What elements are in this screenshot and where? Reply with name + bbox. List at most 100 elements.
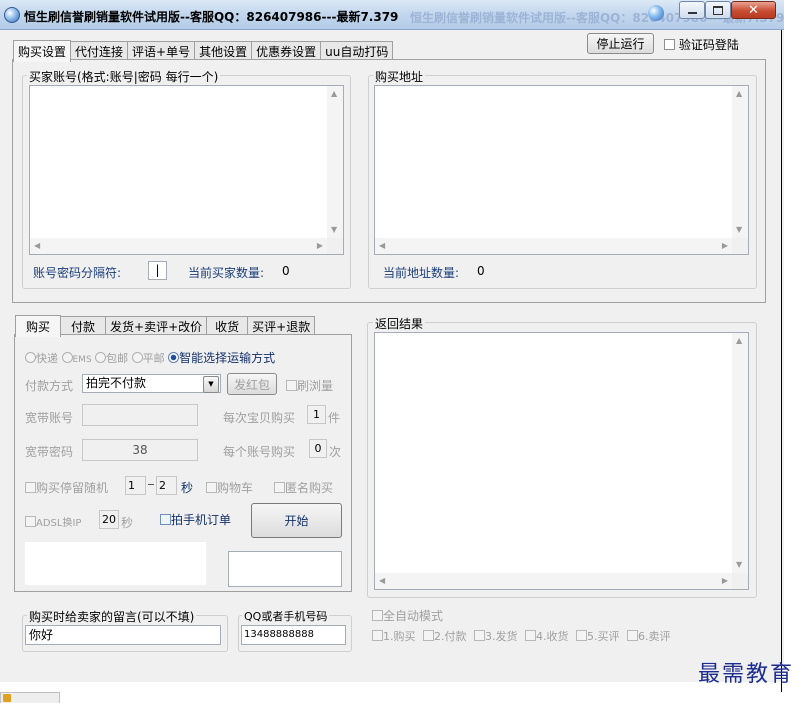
watermark: 最需教育 [697,662,794,687]
tab-purchase-settings[interactable]: 购买设置 [13,40,72,62]
step-receive-checkbox[interactable]: 4.收货 [525,630,569,643]
address-count-label: 当前地址数量: [383,266,460,280]
buy-address-textarea[interactable]: ▲ ▼ ◀ ▶ [374,85,749,255]
random-stay-unit: 秒 [181,481,194,495]
buyer-vertical-scrollbar[interactable]: ▲ ▼ [327,86,343,238]
per-account-label: 每个账号购买 [223,445,296,459]
app-globe-icon [4,7,20,23]
close-button[interactable]: ✕ [731,1,776,19]
results-horizontal-scrollbar[interactable]: ◀ ▶ [375,573,732,589]
address-vertical-scrollbar[interactable]: ▲ ▼ [732,86,748,238]
address-count-value: 0 [477,264,485,278]
per-item-unit: 件 [328,411,341,425]
ghost-globe-icon [648,5,664,21]
per-account-unit: 次 [329,445,342,459]
radio-express[interactable]: 快递 [25,352,58,365]
message-label: 购买时给卖家的留言(可以不填) [27,608,197,625]
blank-display-area [25,542,206,585]
scroll-up-icon: ▲ [736,89,743,98]
radio-free-shipping[interactable]: 包邮 [95,352,128,365]
captcha-login-checkbox[interactable]: 验证码登陆 [664,36,739,53]
window-right-border [781,30,782,692]
payment-method-value: 拍完不付款 [86,376,147,390]
qq-phone-label: QQ或者手机号码 [242,608,330,624]
cart-checkbox[interactable]: 购物车 [206,479,253,496]
buyer-accounts-label: 买家账号(格式:账号|密码 每行一个) [27,68,221,85]
dropdown-arrow-icon: ▼ [203,376,219,393]
step-pay-checkbox[interactable]: 2.付款 [423,630,467,643]
auto-mode-steps: 1.购买 2.付款 3.发货 4.收货 5.买评 6.卖评 [372,628,671,644]
radio-surface-mail[interactable]: 平邮 [131,352,165,365]
captcha-login-box [664,39,675,50]
scroll-right-icon: ▶ [316,241,323,250]
taskbar-app-icon [3,694,11,702]
results-label: 返回结果 [373,315,426,332]
maximize-button[interactable] [705,1,731,19]
subtab-buy[interactable]: 购买 [15,315,62,337]
broadband-password-input[interactable]: 38 [82,439,198,461]
radio-ems[interactable]: EMS [61,352,92,365]
scroll-left-icon: ◀ [379,241,386,250]
buyer-count-value: 0 [282,264,290,278]
step-buy-checkbox[interactable]: 1.购买 [372,630,416,643]
payment-method-label: 付款方式 [25,379,74,393]
per-item-input[interactable]: 1 [307,405,326,424]
results-vertical-scrollbar[interactable]: ▲ ▼ [732,333,748,573]
browse-checkbox[interactable]: 刷浏量 [286,377,333,394]
qq-phone-input[interactable]: 13488888888 [241,625,346,645]
start-button[interactable]: 开始 [251,503,342,538]
scroll-down-icon: ▼ [331,225,338,234]
scroll-right-icon: ▶ [721,241,728,250]
payment-method-select[interactable]: 拍完不付款 ▼ [82,374,221,393]
maximize-icon [713,5,723,15]
minimize-icon [687,12,697,14]
random-min-input[interactable]: 1 [125,476,146,495]
taskbar-button[interactable] [0,692,60,703]
adsl-checkbox[interactable]: ADSL换IP [25,514,81,529]
per-item-label: 每次宝贝购买 [223,411,296,425]
blank-input-box[interactable] [228,551,342,587]
scroll-corner [327,238,343,254]
address-horizontal-scrollbar[interactable]: ◀ ▶ [375,238,732,254]
red-packet-button[interactable]: 发红包 [227,373,277,395]
browse-box [286,380,297,391]
captcha-login-label: 验证码登陆 [678,38,739,52]
scroll-up-icon: ▲ [331,89,338,98]
phone-order-checkbox[interactable]: 拍手机订单 [160,511,231,528]
window-title: 恒生刷信誉刷销量软件试用版--客服QQ：826407986---最新7.379 [24,10,399,24]
adsl-interval-input[interactable]: 20 [99,510,119,529]
broadband-password-label: 宽带密码 [25,445,74,459]
message-input[interactable]: 你好 [25,625,221,645]
stop-button[interactable]: 停止运行 [587,33,654,54]
auto-mode-checkbox[interactable]: 全自动模式 [372,607,443,624]
buyer-accounts-textarea[interactable]: ▲ ▼ ◀ ▶ [29,85,344,255]
scroll-down-icon: ▼ [736,560,743,569]
scroll-down-icon: ▼ [736,225,743,234]
close-icon: ✕ [748,2,759,18]
scroll-left-icon: ◀ [34,241,41,250]
random-stay-checkbox[interactable]: 购买停留随机 [25,479,108,496]
minimize-button[interactable] [679,1,705,19]
step-ship-checkbox[interactable]: 3.发货 [474,630,518,643]
separator-label: 账号密码分隔符: [33,266,122,280]
scroll-corner [732,238,748,254]
scroll-corner [732,573,748,589]
results-textarea[interactable]: ▲ ▼ ◀ ▶ [374,332,749,590]
random-max-input[interactable]: 2 [156,476,177,495]
scroll-left-icon: ◀ [379,576,386,585]
anonymous-checkbox[interactable]: 匿名购买 [274,479,333,496]
step-seller-review-checkbox[interactable]: 6.卖评 [627,630,671,643]
separator-input[interactable]: | [148,261,167,280]
buy-address-label: 购买地址 [373,68,426,85]
scroll-up-icon: ▲ [736,336,743,345]
step-buyer-review-checkbox[interactable]: 5.买评 [576,630,620,643]
adsl-unit: 秒 [121,516,134,530]
radio-smart-shipping[interactable]: 智能选择运输方式 [168,351,275,365]
buyer-count-label: 当前买家数量: [188,266,265,280]
buyer-horizontal-scrollbar[interactable]: ◀ ▶ [30,238,327,254]
range-dash [148,484,154,485]
shipping-options: 快递 EMS 包邮 平邮 智能选择运输方式 [25,349,275,366]
broadband-account-label: 宽带账号 [25,411,74,425]
per-account-input[interactable]: 0 [309,439,327,458]
broadband-account-input[interactable] [82,404,198,426]
